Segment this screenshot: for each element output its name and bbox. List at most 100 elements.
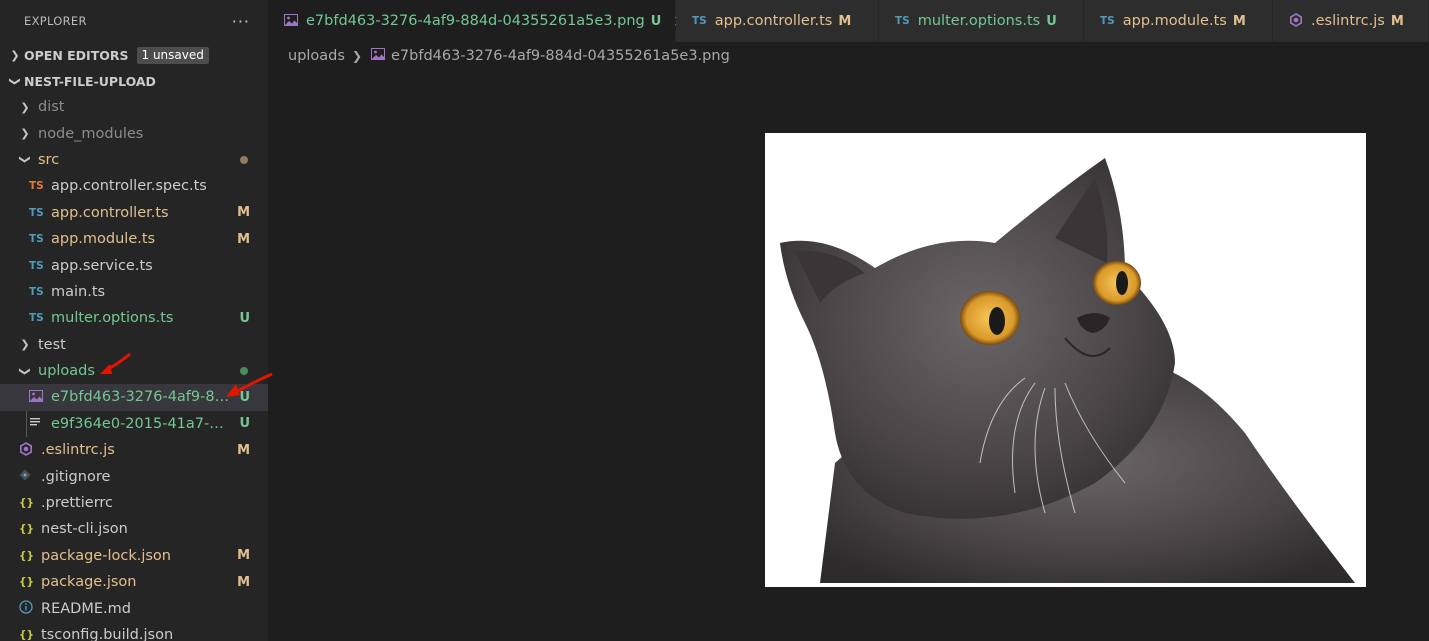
tree-file-app-service[interactable]: TS app.service.ts — [0, 252, 268, 278]
tab-uploaded-image[interactable]: e7bfd463-3276-4af9-884d-04355261a5e3.png… — [268, 0, 687, 42]
tree-item-label: app.module.ts — [51, 231, 156, 248]
typescript-icon: TS — [1100, 15, 1115, 27]
tree-file-readme[interactable]: README.md — [0, 595, 268, 621]
tree-file-main[interactable]: TS main.ts — [0, 279, 268, 305]
tree-folder-uploads[interactable]: ❯ uploads — [0, 358, 268, 384]
eslint-icon — [19, 441, 41, 459]
typescript-icon: TS — [692, 15, 707, 27]
git-status-badge: M — [237, 442, 250, 458]
tree-item-label: src — [38, 151, 60, 168]
tree-file-multer-options[interactable]: TS multer.options.ts U — [0, 305, 268, 331]
project-label: NEST-FILE-UPLOAD — [24, 73, 156, 89]
tree-item-label: uploads — [38, 363, 95, 380]
image-preview — [765, 133, 1366, 587]
explorer-title: EXPLORER — [24, 14, 87, 28]
image-file-icon — [284, 13, 298, 29]
breadcrumb-folder[interactable]: uploads — [288, 48, 345, 64]
tree-item-label: test — [38, 336, 66, 353]
tab-label: e7bfd463-3276-4af9-884d-04355261a5e3.png — [306, 13, 645, 29]
tree-folder-src[interactable]: ❯ src — [0, 147, 268, 173]
tree-folder-node-modules[interactable]: ❯ node_modules — [0, 120, 268, 146]
json-braces-icon: {} — [19, 523, 34, 536]
tree-item-label: main.ts — [51, 283, 106, 300]
tab-app-module[interactable]: TS app.module.ts M — [1084, 0, 1273, 42]
git-icon — [19, 469, 41, 484]
chevron-down-icon: ❯ — [18, 366, 32, 376]
chevron-right-icon: ❯ — [20, 127, 30, 141]
tree-item-label: .gitignore — [41, 468, 111, 485]
tree-file-app-controller[interactable]: TS app.controller.ts M — [0, 200, 268, 226]
typescript-icon: TS — [29, 206, 44, 219]
breadcrumb: uploads ❯ e7bfd463-3276-4af9-884d-043552… — [288, 44, 730, 68]
tree-file-eslintrc[interactable]: .eslintrc.js M — [0, 437, 268, 463]
git-status-badge: U — [239, 389, 250, 405]
chevron-right-icon: ❯ — [20, 100, 30, 114]
chevron-right-icon: ❯ — [351, 49, 363, 63]
chevron-right-icon: ❯ — [20, 338, 30, 352]
tree-file-gitignore[interactable]: .gitignore — [0, 463, 268, 489]
tree-file-package-lock[interactable]: {} package-lock.json M — [0, 543, 268, 569]
tab-app-controller[interactable]: TS app.controller.ts M — [676, 0, 879, 42]
tree-folder-test[interactable]: ❯ test — [0, 332, 268, 358]
info-icon — [19, 600, 41, 617]
tree-item-label: e9f364e0-2015-41a7-ae... — [51, 415, 231, 432]
tree-file-nest-cli[interactable]: {} nest-cli.json — [0, 516, 268, 542]
typescript-icon: TS — [895, 15, 910, 27]
cat-photo — [780, 158, 1355, 583]
git-status-badge: M — [1232, 13, 1246, 29]
tree-item-label: multer.options.ts — [51, 310, 174, 327]
tree-item-label: .prettierrc — [41, 495, 114, 512]
git-status-badge: U — [239, 310, 250, 326]
git-status-badge: M — [237, 574, 250, 590]
typescript-icon: TS — [29, 312, 44, 325]
tree-file-app-module[interactable]: TS app.module.ts M — [0, 226, 268, 252]
tab-label: app.controller.ts — [714, 13, 833, 29]
eslint-icon — [1289, 12, 1303, 30]
tree-item-label: package.json — [41, 574, 137, 591]
json-braces-icon: {} — [19, 549, 34, 562]
tab-multer-options[interactable]: TS multer.options.ts U — [879, 0, 1084, 42]
tab-label: app.module.ts — [1122, 13, 1227, 29]
tree-item-label: app.controller.ts — [51, 204, 169, 221]
git-status-badge: M — [237, 548, 250, 564]
git-status-badge: M — [237, 205, 250, 221]
tab-eslintrc[interactable]: .eslintrc.js M — [1273, 0, 1429, 42]
tree-file-uploaded-text[interactable]: e9f364e0-2015-41a7-ae... U — [0, 411, 268, 437]
modified-dot — [240, 155, 248, 164]
explorer-header: EXPLORER ··· — [0, 0, 268, 42]
tree-file-package[interactable]: {} package.json M — [0, 569, 268, 595]
git-status-badge: U — [650, 13, 662, 29]
tree-item-label: node_modules — [38, 125, 144, 142]
breadcrumb-file[interactable]: e7bfd463-3276-4af9-884d-04355261a5e3.png — [391, 48, 730, 64]
tree-file-prettierrc[interactable]: {} .prettierrc — [0, 490, 268, 516]
chevron-down-icon: ❯ — [8, 76, 22, 86]
json-braces-icon: {} — [19, 497, 34, 510]
open-editors-section[interactable]: ❯ OPEN EDITORS 1 unsaved — [0, 42, 268, 68]
tree-item-label: app.service.ts — [51, 257, 153, 274]
git-status-badge: U — [239, 416, 250, 432]
tree-file-app-controller-spec[interactable]: TS app.controller.spec.ts — [0, 173, 268, 199]
tree-item-label: tsconfig.build.json — [41, 627, 174, 641]
tree-file-tsconfig-build[interactable]: {} tsconfig.build.json — [0, 622, 268, 641]
json-braces-icon: {} — [19, 629, 34, 641]
git-status-badge: M — [838, 13, 852, 29]
chevron-right-icon: ❯ — [10, 48, 20, 62]
tree-item-label: app.controller.spec.ts — [51, 178, 207, 195]
image-file-icon — [371, 48, 386, 64]
tree-item-label: nest-cli.json — [41, 521, 128, 538]
git-status-badge: M — [1390, 13, 1404, 29]
project-section[interactable]: ❯ NEST-FILE-UPLOAD — [0, 68, 268, 94]
chevron-down-icon: ❯ — [18, 155, 32, 165]
more-actions-icon[interactable]: ··· — [232, 12, 250, 31]
image-file-icon — [29, 389, 51, 405]
tree-item-label: .eslintrc.js — [41, 442, 115, 459]
tree-folder-dist[interactable]: ❯ dist — [0, 94, 268, 120]
tree-item-label: e7bfd463-3276-4af9-88... — [51, 389, 231, 406]
tree-item-label: package-lock.json — [41, 547, 171, 564]
tree-item-label: dist — [38, 99, 65, 116]
typescript-icon: TS — [29, 285, 44, 298]
tree-file-uploaded-image[interactable]: e7bfd463-3276-4af9-88... U — [0, 384, 268, 411]
json-braces-icon: {} — [19, 576, 34, 589]
typescript-icon: TS — [29, 180, 44, 193]
untracked-dot — [240, 367, 248, 376]
